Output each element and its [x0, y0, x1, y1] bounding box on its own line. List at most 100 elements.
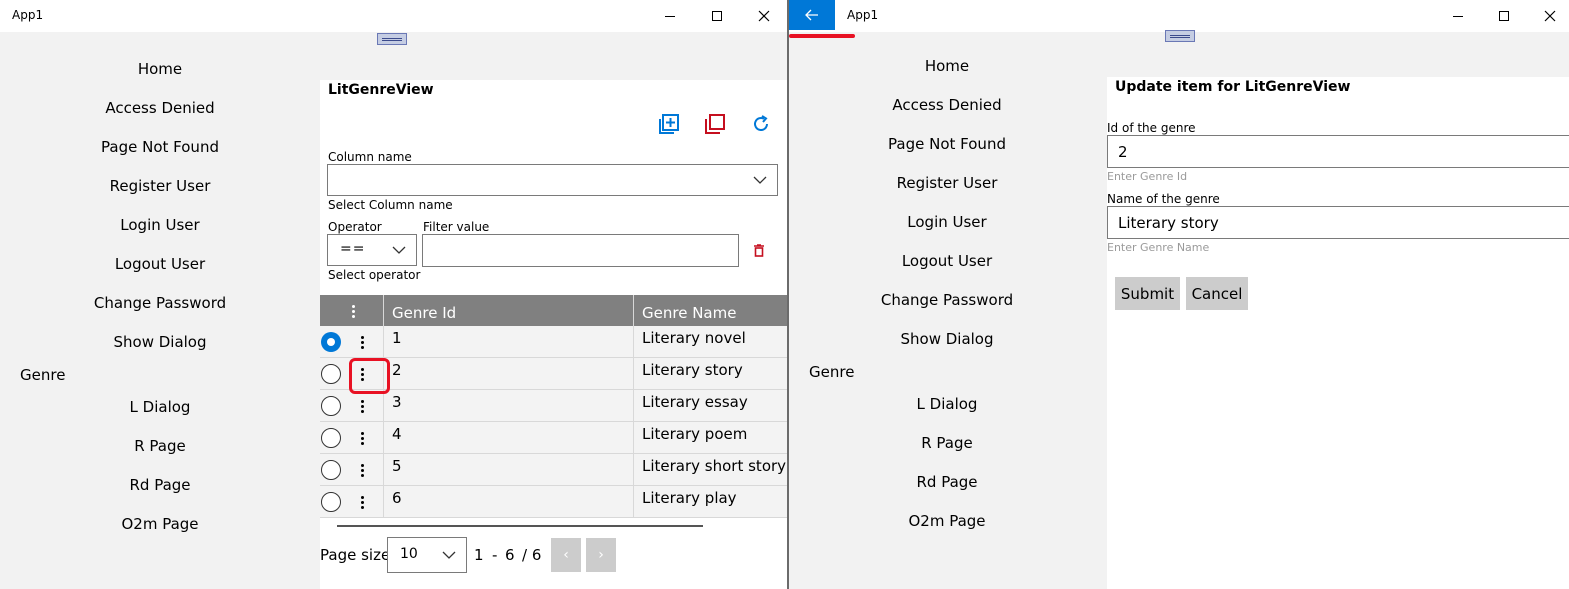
back-button[interactable]: [789, 0, 835, 30]
close-icon: [758, 10, 770, 22]
row-menu-button[interactable]: [356, 331, 368, 353]
table-row[interactable]: 2 Literary story: [320, 358, 787, 390]
title-bar: App1: [789, 0, 1569, 32]
genre-id-value: 2: [1118, 142, 1128, 161]
more-options-icon: [350, 303, 356, 319]
nav-item-login-user[interactable]: Login User: [0, 215, 320, 235]
column-name-select[interactable]: [327, 164, 778, 196]
cell-genre-name: Literary short story: [633, 454, 787, 486]
hamburger-menu-button[interactable]: [1165, 30, 1195, 42]
table-row[interactable]: 3 Literary essay: [320, 390, 787, 422]
page-title: LitGenreView: [328, 82, 434, 98]
clear-filter-button[interactable]: [746, 237, 772, 263]
cell-genre-id: 1: [383, 326, 634, 358]
nav-item-register-user[interactable]: Register User: [0, 176, 320, 196]
nav-item-logout-user[interactable]: Logout User: [789, 251, 1107, 271]
nav-item-o2m-page[interactable]: O2m Page: [789, 511, 1107, 531]
row-menu-button[interactable]: [356, 395, 368, 417]
pager-range-separator: -: [492, 546, 498, 564]
nav-item-r-page[interactable]: R Page: [0, 436, 320, 456]
prev-page-button[interactable]: ‹: [551, 538, 581, 572]
row-select-radio[interactable]: [321, 428, 341, 448]
cancel-button[interactable]: Cancel: [1186, 277, 1248, 310]
form-title: Update item for LitGenreView: [1115, 79, 1351, 95]
copy-icon: [705, 114, 725, 134]
row-select-radio[interactable]: [321, 364, 341, 384]
maximize-button[interactable]: [694, 0, 740, 32]
refresh-button[interactable]: [748, 111, 774, 137]
row-menu-button[interactable]: [356, 459, 368, 481]
table-row[interactable]: 1 Literary novel: [320, 326, 787, 358]
close-button[interactable]: [1527, 0, 1569, 32]
nav-group-genre[interactable]: Genre: [809, 362, 854, 382]
page-size-value: 10: [400, 546, 418, 562]
highlight-marker: [349, 358, 390, 394]
nav-item-o2m-page[interactable]: O2m Page: [0, 514, 320, 534]
page-size-select[interactable]: 10: [387, 537, 467, 573]
nav-item-access-denied[interactable]: Access Denied: [0, 98, 320, 118]
column-name-hint: Select Column name: [328, 198, 453, 212]
cell-genre-id: 5: [383, 454, 634, 486]
pager-total: / 6: [522, 546, 542, 564]
copy-button[interactable]: [702, 111, 728, 137]
nav-item-rd-page[interactable]: Rd Page: [0, 475, 320, 495]
nav-item-page-not-found[interactable]: Page Not Found: [789, 134, 1107, 154]
maximize-button[interactable]: [1481, 0, 1527, 32]
nav-item-rd-page[interactable]: Rd Page: [789, 472, 1107, 492]
next-page-button[interactable]: ›: [586, 538, 616, 572]
row-select-radio[interactable]: [321, 460, 341, 480]
cell-genre-name: Literary novel: [633, 326, 787, 358]
column-header-genre-name[interactable]: Genre Name: [634, 295, 787, 326]
minimize-button[interactable]: [647, 0, 693, 32]
nav-item-show-dialog[interactable]: Show Dialog: [0, 332, 320, 352]
row-select-radio[interactable]: [321, 492, 341, 512]
nav-group-genre[interactable]: Genre: [20, 365, 65, 385]
close-button[interactable]: [741, 0, 787, 32]
operator-hint: Select operator: [328, 268, 421, 282]
chevron-left-icon: ‹: [563, 547, 569, 563]
nav-item-login-user[interactable]: Login User: [789, 212, 1107, 232]
page-size-label: Page size: [320, 546, 391, 564]
trash-icon: [754, 243, 764, 257]
submit-button[interactable]: Submit: [1115, 277, 1180, 310]
back-arrow-icon: [805, 9, 818, 21]
nav-item-r-page[interactable]: R Page: [789, 433, 1107, 453]
nav-item-home[interactable]: Home: [789, 56, 1107, 76]
grid-header: Genre Id Genre Name: [320, 295, 787, 326]
chevron-down-icon: [442, 551, 456, 559]
operator-select[interactable]: ==: [327, 234, 417, 266]
chevron-down-icon: [753, 176, 767, 184]
nav-item-home[interactable]: Home: [0, 59, 320, 79]
row-select-radio[interactable]: [321, 332, 341, 352]
table-row[interactable]: 6 Literary play: [320, 486, 787, 518]
nav-item-show-dialog[interactable]: Show Dialog: [789, 329, 1107, 349]
row-menu-button[interactable]: [356, 491, 368, 513]
operator-value: ==: [340, 241, 366, 257]
table-row[interactable]: 5 Literary short story: [320, 454, 787, 486]
nav-item-page-not-found[interactable]: Page Not Found: [0, 137, 320, 157]
row-select-radio[interactable]: [321, 396, 341, 416]
genre-name-input[interactable]: Literary story: [1107, 206, 1569, 239]
add-button[interactable]: [656, 111, 682, 137]
hamburger-icon: [382, 37, 402, 41]
maximize-icon: [712, 11, 722, 21]
cell-genre-name: Literary story: [633, 358, 787, 390]
minimize-button[interactable]: [1435, 0, 1481, 32]
nav-item-l-dialog[interactable]: L Dialog: [789, 394, 1107, 414]
nav-item-register-user[interactable]: Register User: [789, 173, 1107, 193]
nav-item-change-password[interactable]: Change Password: [789, 290, 1107, 310]
horizontal-scrollbar[interactable]: [337, 525, 703, 527]
cell-genre-name: Literary essay: [633, 390, 787, 422]
nav-item-logout-user[interactable]: Logout User: [0, 254, 320, 274]
genre-id-input[interactable]: 2: [1107, 135, 1569, 168]
column-header-genre-id[interactable]: Genre Id: [384, 295, 634, 326]
hamburger-menu-button[interactable]: [377, 33, 407, 45]
filter-value-input[interactable]: [422, 234, 739, 267]
cell-genre-name: Literary play: [633, 486, 787, 518]
nav-item-change-password[interactable]: Change Password: [0, 293, 320, 313]
row-menu-button[interactable]: [356, 427, 368, 449]
nav-item-l-dialog[interactable]: L Dialog: [0, 397, 320, 417]
table-row[interactable]: 4 Literary poem: [320, 422, 787, 454]
nav-item-access-denied[interactable]: Access Denied: [789, 95, 1107, 115]
genre-id-label: Id of the genre: [1107, 121, 1196, 135]
